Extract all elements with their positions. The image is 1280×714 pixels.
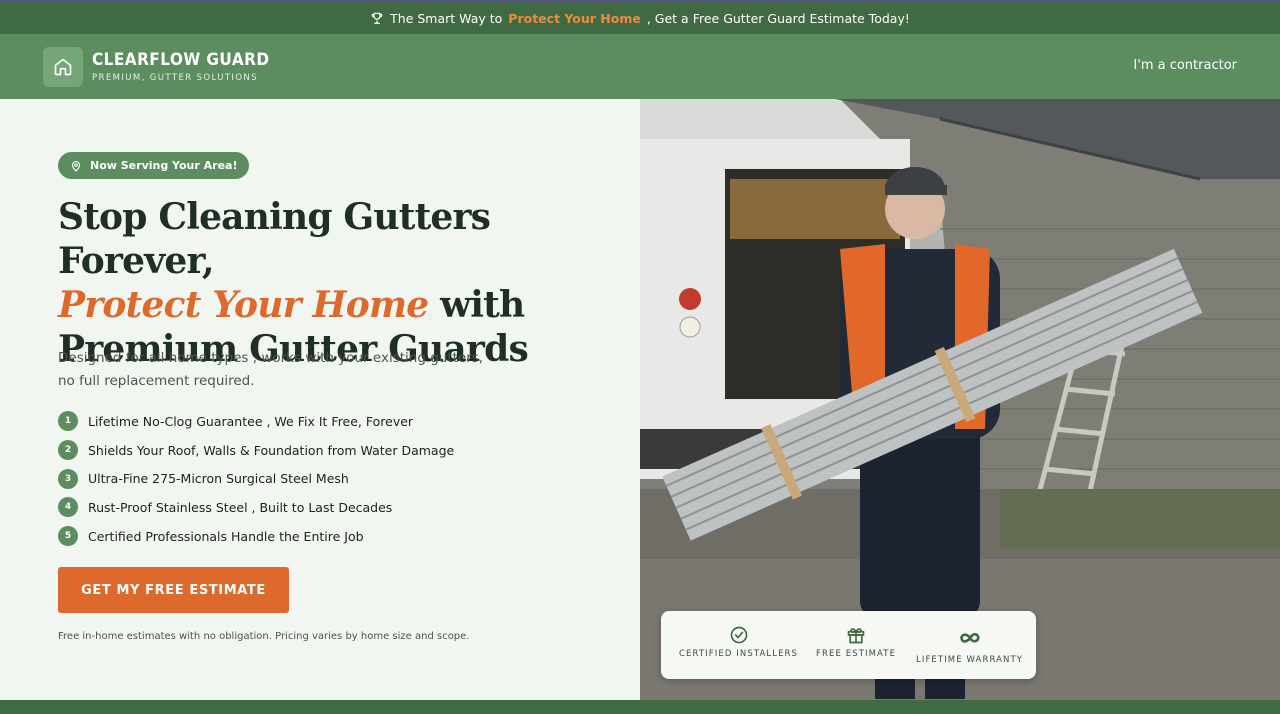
feature-text: Certified Professionals Handle the Entir… [88, 528, 364, 544]
headline-accent: Protect Your Home [58, 284, 429, 326]
hero-content: Now Serving Your Area! Stop Cleaning Gut… [0, 99, 640, 700]
trust-warranty: LIFETIME WARRANTY [916, 625, 1023, 665]
trust-free-estimate-label: FREE ESTIMATE [816, 649, 897, 659]
feature-item: 3 Ultra-Fine 275-Micron Surgical Steel Me… [58, 464, 454, 493]
infinity-icon [959, 632, 980, 643]
estimate-disclaimer: Free in-home estimates with no obligatio… [58, 631, 470, 642]
footer-bar [0, 700, 1280, 714]
feature-list: 1 Lifetime No-Clog Guarantee , We Fix It … [58, 407, 454, 550]
headline-line-2-rest: with [428, 284, 525, 326]
map-pin-icon [71, 160, 81, 172]
feature-item: 5 Certified Professionals Handle the Enti… [58, 522, 454, 551]
brand-tagline: PREMIUM, GUTTER SOLUTIONS [92, 73, 258, 83]
badge-label: Now Serving Your Area! [90, 159, 238, 172]
service-area-badge: Now Serving Your Area! [58, 152, 250, 179]
feature-number: 1 [58, 411, 78, 432]
feature-number: 5 [58, 526, 78, 547]
check-circle-icon [730, 626, 747, 644]
brand: CLEARFLOW GUARD PREMIUM, GUTTER SOLUTION… [92, 50, 289, 83]
hero-subheadline: Designed for all home types , works with… [58, 350, 484, 389]
announcement-prefix: The Smart Way to [390, 10, 503, 26]
hero-headline: Stop Cleaning Gutters Forever, Protect Y… [58, 195, 618, 371]
contractor-link[interactable]: I'm a contractor [1133, 58, 1237, 73]
trophy-icon [371, 12, 383, 24]
announcement-bar: The Smart Way to Protect Your Home , Get… [0, 0, 1280, 34]
trust-warranty-label: LIFETIME WARRANTY [916, 655, 1024, 665]
feature-text: Ultra-Fine 275-Micron Surgical Steel Mes… [88, 471, 349, 487]
gift-icon [847, 628, 865, 644]
feature-number: 2 [58, 440, 78, 461]
trust-certified-label: CERTIFIED INSTALLERS [679, 649, 799, 659]
feature-item: 4 Rust-Proof Stainless Steel , Built to L… [58, 493, 454, 522]
installer-photo-illustration [640, 99, 1280, 700]
feature-number: 4 [58, 497, 78, 518]
feature-number: 3 [58, 468, 78, 489]
announcement-highlight: Protect Your Home [508, 10, 641, 26]
hero-photo [640, 99, 1280, 700]
headline-line-1: Stop Cleaning Gutters Forever, [58, 196, 491, 282]
home-icon [54, 58, 72, 75]
site-header: CLEARFLOW GUARD PREMIUM, GUTTER SOLUTION… [0, 34, 1280, 99]
feature-text: Lifetime No-Clog Guarantee , We Fix It F… [88, 413, 414, 429]
trust-certified: CERTIFIED INSTALLERS [679, 625, 798, 659]
trust-card: CERTIFIED INSTALLERS FREE ESTIMATE LIFET… [661, 611, 1036, 679]
feature-text: Rust-Proof Stainless Steel , Built to La… [88, 499, 393, 515]
feature-item: 1 Lifetime No-Clog Guarantee , We Fix It … [58, 407, 454, 436]
logo[interactable] [43, 46, 83, 87]
get-estimate-button[interactable]: GET MY FREE ESTIMATE [58, 567, 289, 613]
feature-text: Shields Your Roof, Walls & Foundation fr… [88, 442, 455, 458]
brand-name: CLEARFLOW GUARD [92, 50, 270, 70]
announcement-suffix: , Get a Free Gutter Guard Estimate Today… [646, 10, 910, 26]
feature-item: 2 Shields Your Roof, Walls & Foundation f… [58, 436, 454, 465]
trust-free-estimate: FREE ESTIMATE [816, 625, 896, 659]
